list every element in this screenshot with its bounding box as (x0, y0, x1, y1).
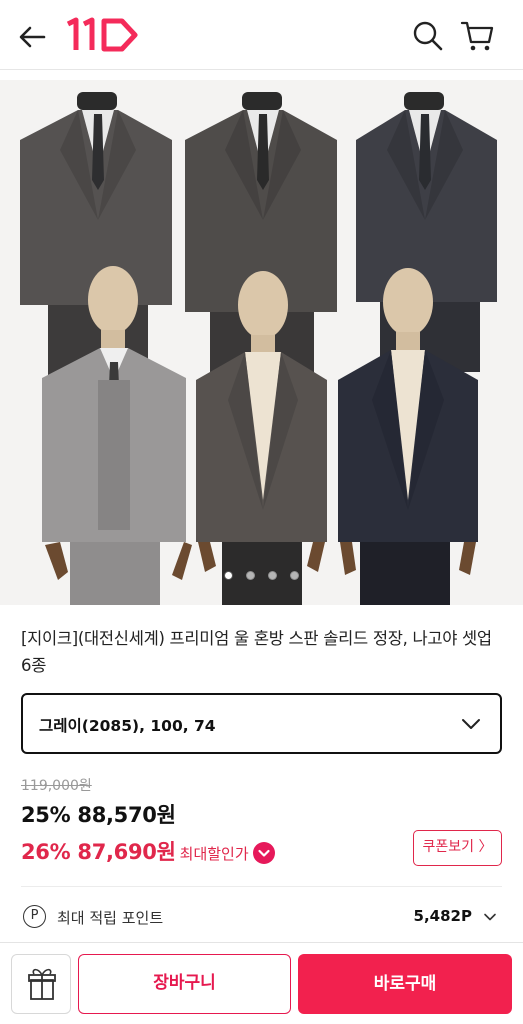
point-icon: P (23, 905, 46, 928)
carousel-dot[interactable] (245, 571, 255, 580)
divider (21, 886, 502, 887)
search-button[interactable] (410, 18, 446, 54)
product-title: [지이크](대전신세계) 프리미엄 울 혼방 스판 솔리드 정장, 나고야 셋업… (21, 629, 492, 675)
max-discount-value: 26% 87,690원 (21, 840, 176, 864)
search-icon (413, 21, 443, 51)
carousel-dot[interactable] (268, 571, 278, 580)
sale-price: 25% 88,570원 (21, 803, 176, 827)
chevron-down-icon (484, 913, 496, 921)
carousel-indicator[interactable] (0, 565, 523, 584)
chevron-down-circle-icon[interactable] (252, 842, 275, 864)
arrow-left-icon (19, 26, 46, 48)
add-to-cart-button[interactable]: 장바구니 (78, 954, 291, 1014)
product-image (0, 80, 523, 605)
option-selected-value: 그레이(2085), 100, 74 (39, 717, 216, 735)
option-select[interactable]: 그레이(2085), 100, 74 (21, 693, 502, 754)
chevron-down-icon (462, 719, 480, 729)
gift-button[interactable] (11, 954, 71, 1014)
buy-now-button[interactable]: 바로구매 (298, 954, 512, 1014)
max-discount-price[interactable]: 26% 87,690원 최대할인가 (21, 836, 275, 866)
carousel-dot[interactable] (290, 571, 300, 580)
gift-icon (28, 968, 56, 1000)
product-image-carousel[interactable] (0, 80, 523, 605)
bottom-action-bar: 장바구니 바로구매 (0, 942, 523, 1024)
carousel-dot[interactable] (223, 571, 233, 580)
points-value: 5,482P (413, 907, 472, 925)
coupon-view-button[interactable]: 쿠폰보기 〉 (413, 830, 502, 866)
points-label: 최대 적립 포인트 (57, 909, 164, 927)
back-button[interactable] (16, 20, 50, 54)
original-price: 119,000원 (21, 778, 92, 794)
cart-button[interactable] (458, 16, 498, 56)
app-header (0, 0, 523, 70)
cart-icon (460, 21, 494, 51)
max-points-row[interactable]: P 최대 적립 포인트 5,482P (21, 900, 502, 934)
max-discount-label: 최대할인가 (179, 845, 249, 863)
eleven-street-logo[interactable] (64, 14, 140, 56)
